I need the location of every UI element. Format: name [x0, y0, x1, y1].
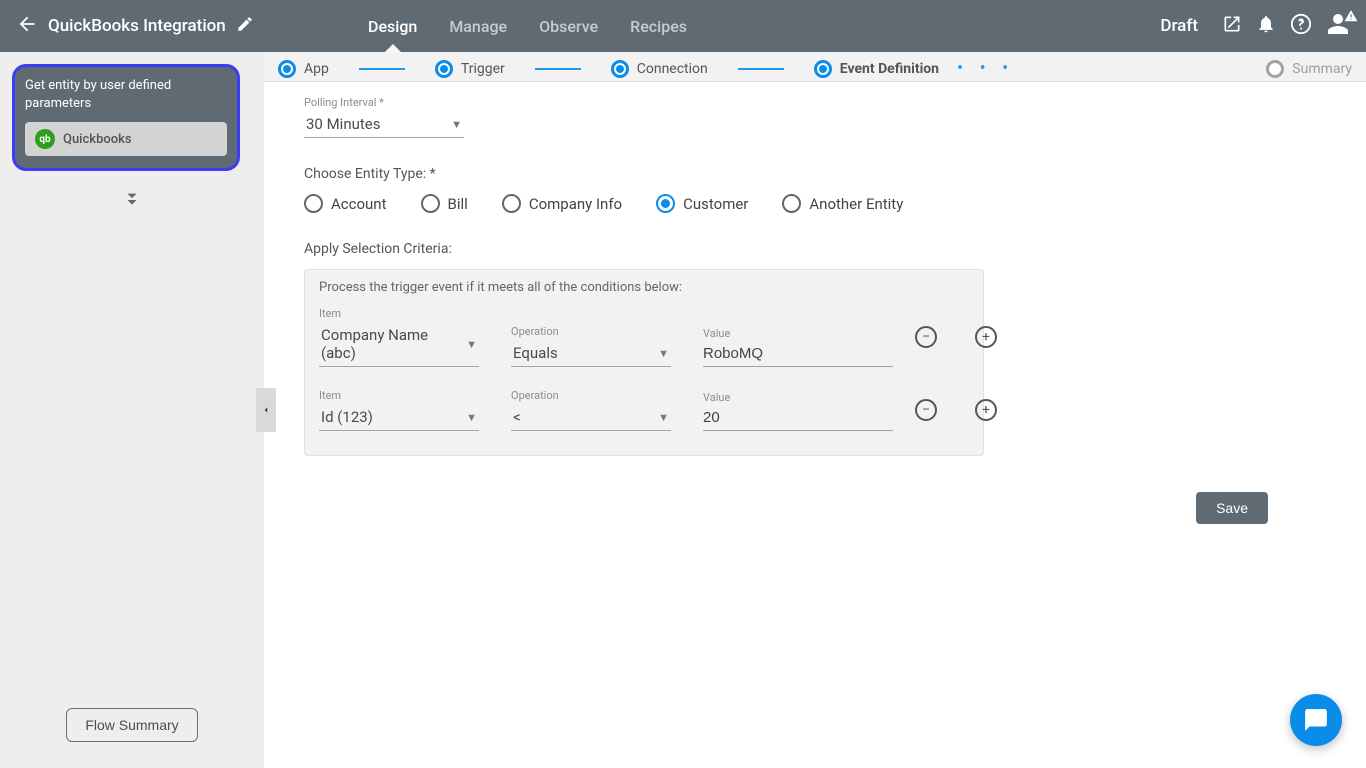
- step-connection[interactable]: Connection: [611, 60, 708, 78]
- chat-fab[interactable]: [1290, 694, 1342, 746]
- radio-icon: [782, 194, 801, 213]
- polling-interval-value: 30 Minutes: [306, 115, 380, 133]
- step-radio-icon: [611, 60, 629, 78]
- criteria-item-select[interactable]: Company Name (abc) ▼: [319, 322, 479, 367]
- help-icon[interactable]: [1290, 13, 1312, 39]
- col-value-label: Value: [703, 327, 893, 340]
- step-app[interactable]: App: [278, 60, 329, 78]
- save-button[interactable]: Save: [1196, 492, 1268, 524]
- criteria-row: Item Id (123) ▼ Operation < ▼: [319, 389, 969, 431]
- criteria-box: Process the trigger event if it meets al…: [304, 269, 984, 456]
- radio-icon: [656, 194, 675, 213]
- nav-design[interactable]: Design: [366, 3, 419, 50]
- entity-radio-account[interactable]: Account: [304, 194, 387, 213]
- topbar-nav: Design Manage Observe Recipes: [366, 3, 689, 50]
- flow-summary-button[interactable]: Flow Summary: [66, 708, 197, 742]
- col-operation-label: Operation: [511, 325, 681, 338]
- criteria-operation-value: Equals: [513, 344, 558, 362]
- nav-observe[interactable]: Observe: [537, 3, 600, 50]
- remove-criteria-button[interactable]: −: [915, 326, 937, 348]
- pencil-icon[interactable]: [236, 15, 254, 37]
- radio-icon: [304, 194, 323, 213]
- entity-radio-customer[interactable]: Customer: [656, 194, 748, 213]
- stepper: App Trigger Connection Event Definition …: [264, 52, 1366, 82]
- trigger-node[interactable]: Get entity by user defined parameters qb…: [12, 64, 240, 171]
- trigger-node-app-label: Quickbooks: [63, 132, 132, 147]
- step-radio-icon: [814, 60, 832, 78]
- step-label: Connection: [637, 61, 708, 77]
- radio-label: Company Info: [529, 195, 622, 213]
- entity-radio-companyinfo[interactable]: Company Info: [502, 194, 622, 213]
- caret-down-icon: ▼: [658, 411, 669, 424]
- criteria-operation-select[interactable]: < ▼: [511, 404, 671, 431]
- step-radio-icon: [278, 60, 296, 78]
- add-criteria-button[interactable]: +: [975, 326, 997, 348]
- criteria-item-value: Company Name (abc): [321, 326, 466, 362]
- col-value-label: Value: [703, 391, 893, 404]
- polling-interval-select[interactable]: 30 Minutes ▼: [304, 111, 464, 138]
- entity-radio-bill[interactable]: Bill: [421, 194, 468, 213]
- radio-icon: [502, 194, 521, 213]
- radio-label: Customer: [683, 195, 748, 213]
- criteria-row: Item Company Name (abc) ▼ Operation Equa…: [319, 307, 969, 367]
- col-item-label: Item: [319, 307, 489, 320]
- user-icon[interactable]: [1326, 12, 1350, 40]
- radio-icon: [421, 194, 440, 213]
- criteria-operation-select[interactable]: Equals ▼: [511, 340, 671, 367]
- warning-icon: [1344, 8, 1358, 27]
- entity-type-label: Choose Entity Type: *: [304, 166, 1336, 182]
- step-label: Trigger: [461, 61, 505, 77]
- back-arrow-icon[interactable]: [16, 13, 38, 39]
- nav-manage[interactable]: Manage: [447, 3, 509, 50]
- radio-label: Another Entity: [809, 195, 903, 213]
- nav-recipes[interactable]: Recipes: [628, 3, 689, 50]
- entity-radio-another[interactable]: Another Entity: [782, 194, 903, 213]
- criteria-heading: Apply Selection Criteria:: [304, 241, 1336, 257]
- topbar: QuickBooks Integration Design Manage Obs…: [0, 0, 1366, 52]
- caret-down-icon: ▼: [466, 338, 477, 351]
- collapse-sidebar-handle[interactable]: [256, 388, 276, 432]
- step-label: App: [304, 61, 329, 77]
- polling-interval-label: Polling Interval *: [304, 96, 1336, 109]
- add-criteria-button[interactable]: +: [975, 399, 997, 421]
- remove-criteria-button[interactable]: −: [915, 399, 937, 421]
- criteria-item-value: Id (123): [321, 408, 373, 426]
- bell-icon[interactable]: [1256, 14, 1276, 38]
- caret-down-icon: ▼: [451, 118, 462, 131]
- step-radio-icon: [1266, 60, 1284, 78]
- criteria-value-input[interactable]: [703, 406, 893, 431]
- quickbooks-icon: qb: [35, 129, 55, 149]
- step-radio-icon: [435, 60, 453, 78]
- trigger-node-app[interactable]: qb Quickbooks: [25, 122, 227, 156]
- criteria-value-input[interactable]: [703, 342, 893, 367]
- step-connector: [535, 68, 581, 70]
- add-node-button[interactable]: [12, 189, 252, 211]
- open-external-icon[interactable]: [1222, 14, 1242, 38]
- entity-type-group: Account Bill Company Info Customer Anoth…: [304, 194, 1336, 213]
- caret-down-icon: ▼: [466, 411, 477, 424]
- step-connector-dots: • • •: [957, 58, 1014, 79]
- col-operation-label: Operation: [511, 389, 681, 402]
- radio-label: Bill: [448, 195, 468, 213]
- canvas-panel: Get entity by user defined parameters qb…: [0, 52, 264, 768]
- step-label: Event Definition: [840, 61, 939, 77]
- criteria-operation-value: <: [513, 408, 521, 426]
- step-trigger[interactable]: Trigger: [435, 60, 505, 78]
- event-definition-form: Polling Interval * 30 Minutes ▼ Choose E…: [264, 82, 1366, 480]
- status-badge: Draft: [1160, 16, 1198, 36]
- criteria-caption: Process the trigger event if it meets al…: [319, 280, 969, 295]
- step-connector: [359, 68, 405, 70]
- step-event-definition[interactable]: Event Definition: [814, 60, 939, 78]
- caret-down-icon: ▼: [658, 347, 669, 360]
- criteria-item-select[interactable]: Id (123) ▼: [319, 404, 479, 431]
- step-connector: [738, 68, 784, 70]
- step-label: Summary: [1292, 61, 1352, 77]
- page-title: QuickBooks Integration: [48, 16, 226, 36]
- config-panel: App Trigger Connection Event Definition …: [264, 52, 1366, 768]
- step-summary: Summary: [1266, 60, 1352, 78]
- radio-label: Account: [331, 195, 387, 213]
- col-item-label: Item: [319, 389, 489, 402]
- trigger-node-title: Get entity by user defined parameters: [25, 77, 227, 112]
